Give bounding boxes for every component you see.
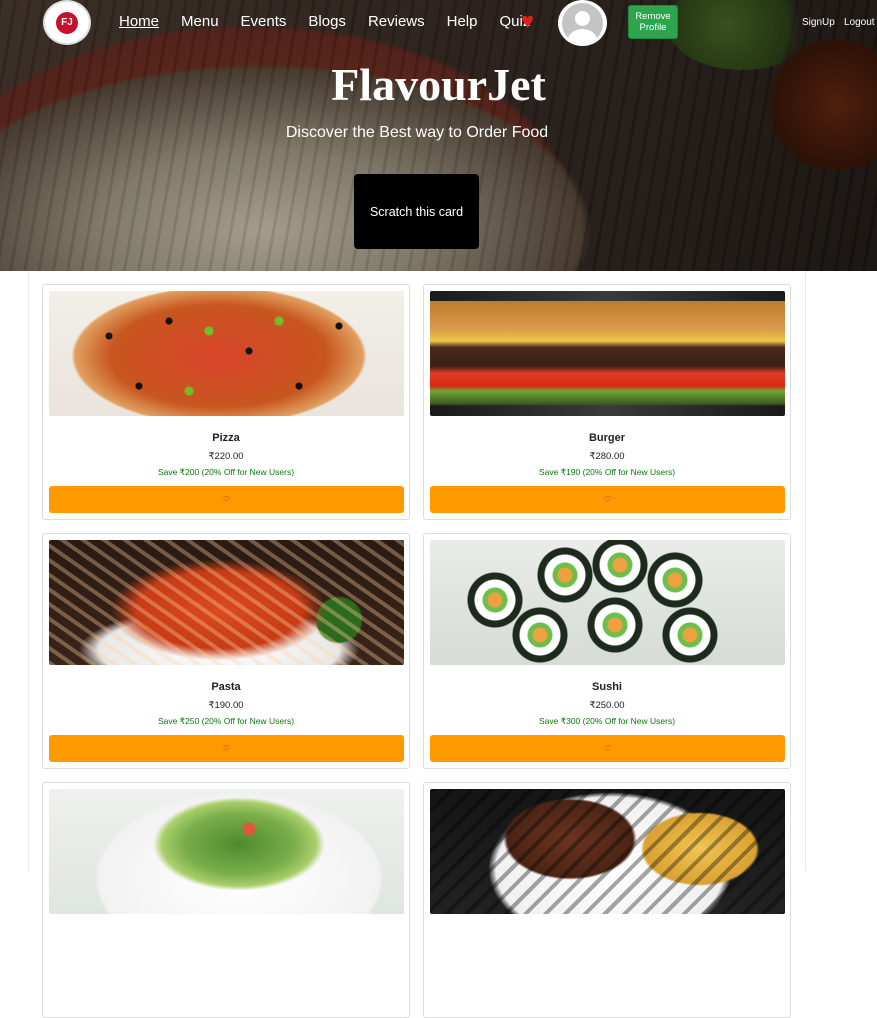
heart-outline-icon: ♡ (222, 495, 231, 504)
heart-icon[interactable]: ♥ (521, 10, 534, 32)
add-favorite-button[interactable]: ♡ (430, 486, 785, 513)
nav-home[interactable]: Home (119, 13, 159, 30)
scratch-card-button[interactable]: Scratch this card (354, 174, 479, 249)
main-nav: Home Menu Events Blogs Reviews Help Quiz (119, 13, 552, 30)
item-discount: Save ₹250 (20% Off for New Users) (157, 716, 295, 726)
sushi-image (430, 540, 785, 665)
item-price: ₹280.00 (589, 451, 625, 462)
add-favorite-button[interactable]: ♡ (49, 486, 404, 513)
menu-card-pasta: Pasta ₹190.00 Save ₹250 (20% Off for New… (42, 533, 410, 769)
item-discount: Save ₹200 (20% Off for New Users) (157, 467, 295, 477)
site-title: FlavourJet (331, 59, 546, 110)
item-name: Burger (588, 432, 626, 444)
remove-profile-button[interactable]: Remove Profile (628, 5, 678, 39)
menu-card-salad (42, 782, 410, 1018)
add-favorite-button[interactable]: ♡ (430, 735, 785, 762)
item-name: Pizza (212, 432, 240, 444)
menu-card-sushi: Sushi ₹250.00 Save ₹300 (20% Off for New… (423, 533, 791, 769)
menu-card-burger: Burger ₹280.00 Save ₹190 (20% Off for Ne… (423, 284, 791, 520)
item-price: ₹220.00 (208, 451, 244, 462)
brand-logo-mark: FJ (56, 11, 78, 34)
heart-outline-icon: ♡ (222, 744, 231, 753)
steak-image (430, 789, 785, 914)
pizza-image (49, 291, 404, 416)
user-icon (562, 2, 603, 44)
menu-card-steak (423, 782, 791, 1018)
logout-link[interactable]: Logout (844, 17, 875, 28)
salad-image (49, 789, 404, 914)
profile-avatar[interactable] (558, 0, 607, 46)
site-tagline: Discover the Best way to Order Food (285, 124, 549, 141)
nav-blogs[interactable]: Blogs (308, 13, 346, 30)
item-name: Pasta (211, 681, 241, 693)
add-favorite-button[interactable]: ♡ (49, 735, 404, 762)
item-discount: Save ₹190 (20% Off for New Users) (538, 467, 676, 477)
signup-link[interactable]: SignUp (802, 17, 835, 28)
heart-outline-icon: ♡ (603, 495, 612, 504)
nav-events[interactable]: Events (241, 13, 287, 30)
nav-menu[interactable]: Menu (181, 13, 219, 30)
item-name: Sushi (592, 681, 622, 693)
item-price: ₹190.00 (208, 700, 244, 711)
heart-outline-icon: ♡ (603, 744, 612, 753)
item-discount: Save ₹300 (20% Off for New Users) (538, 716, 676, 726)
menu-card-pizza: Pizza ₹220.00 Save ₹200 (20% Off for New… (42, 284, 410, 520)
nav-reviews[interactable]: Reviews (368, 13, 425, 30)
pasta-image (49, 540, 404, 665)
item-price: ₹250.00 (589, 700, 625, 711)
burger-image (430, 291, 785, 416)
brand-logo[interactable]: FJ (43, 0, 91, 45)
nav-help[interactable]: Help (447, 13, 478, 30)
